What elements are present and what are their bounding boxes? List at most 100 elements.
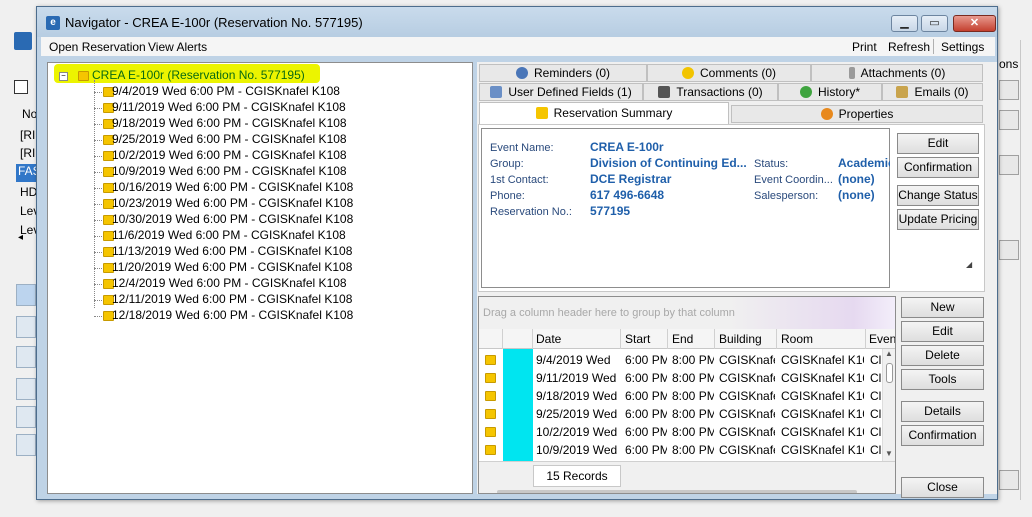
- background-right-button[interactable]: [999, 110, 1019, 130]
- table-cell: CGISKnafel: [719, 371, 775, 385]
- grid-confirmation-button[interactable]: Confirmation: [901, 425, 984, 446]
- window-title: Navigator - CREA E-100r (Reservation No.…: [65, 15, 363, 30]
- summary-edit-button[interactable]: Edit: [897, 133, 979, 154]
- tree-item[interactable]: 12/4/2019 Wed 6:00 PM - CGISKnafel K108: [48, 276, 348, 292]
- tab-comments-label: Comments (0): [699, 66, 776, 80]
- edit-button[interactable]: Edit: [901, 321, 984, 342]
- menu-open-reservation[interactable]: Open Reservation: [49, 40, 146, 54]
- background-checkbox[interactable]: [14, 80, 28, 94]
- tree-item-label: 10/23/2019 Wed 6:00 PM - CGISKnafel K108: [112, 196, 354, 210]
- table-row[interactable]: 9/18/2019 Wed 6:00 PM 8:00 PM CGISKnafel CGI…: [479, 387, 884, 405]
- details-button[interactable]: Details: [901, 401, 984, 422]
- tree-item[interactable]: 10/16/2019 Wed 6:00 PM - CGISKnafel K108: [48, 180, 353, 196]
- change-status-button[interactable]: Change Status: [897, 185, 979, 206]
- table-row[interactable]: 10/9/2019 Wed 6:00 PM 8:00 PM CGISKnafel CGI…: [479, 441, 884, 459]
- table-cell: CGISKnafel K108: [781, 425, 864, 439]
- tree-connector: [94, 252, 102, 253]
- navigator-window: e Navigator - CREA E-100r (Reservation N…: [36, 6, 998, 500]
- chart-icon[interactable]: [16, 434, 36, 456]
- tree-item[interactable]: 10/23/2019 Wed 6:00 PM - CGISKnafel K108: [48, 196, 353, 212]
- background-right-button[interactable]: [999, 80, 1019, 100]
- people-icon[interactable]: [16, 406, 36, 428]
- new-button[interactable]: New: [901, 297, 984, 318]
- close-button[interactable]: Close: [901, 477, 984, 498]
- background-right-button[interactable]: [999, 470, 1019, 490]
- tree-connector: [94, 140, 102, 141]
- tree-item[interactable]: 12/18/2019 Wed 6:00 PM - CGISKnafel K108: [48, 308, 353, 324]
- scroll-left-icon[interactable]: ◂: [18, 232, 23, 243]
- tab-reminders[interactable]: Reminders (0): [479, 64, 647, 82]
- column-separator: [865, 329, 866, 349]
- maximize-button[interactable]: ▭: [921, 15, 948, 32]
- scroll-up-icon[interactable]: ▲: [885, 349, 893, 358]
- table-row[interactable]: 10/2/2019 Wed 6:00 PM 8:00 PM CGISKnafel CGI…: [479, 423, 884, 441]
- group-by-bar[interactable]: Drag a column header here to group by th…: [479, 297, 895, 329]
- salesperson-value: (none): [838, 188, 875, 202]
- tree-item[interactable]: 9/4/2019 Wed 6:00 PM - CGISKnafel K108: [48, 84, 348, 100]
- delete-button[interactable]: Delete: [901, 345, 984, 366]
- horizontal-scroll-thumb[interactable]: [497, 490, 857, 493]
- background-right-button[interactable]: [999, 240, 1019, 260]
- tab-emails[interactable]: Emails (0): [882, 83, 983, 101]
- column-event[interactable]: Event: [869, 332, 895, 346]
- tree-item[interactable]: 10/30/2019 Wed 6:00 PM - CGISKnafel K108: [48, 212, 353, 228]
- minimize-button[interactable]: ▁: [891, 15, 918, 32]
- close-window-button[interactable]: ✕: [953, 15, 996, 32]
- update-pricing-button[interactable]: Update Pricing: [897, 209, 979, 230]
- tab-history[interactable]: History*: [778, 83, 882, 101]
- collapse-icon[interactable]: −: [59, 72, 68, 81]
- tab-reservation-summary[interactable]: Reservation Summary: [479, 102, 729, 124]
- grid-vertical-scrollbar[interactable]: ▲ ▼: [882, 349, 895, 461]
- pin-icon[interactable]: [16, 284, 36, 306]
- calendar-icon[interactable]: [16, 316, 36, 338]
- tree-item[interactable]: 10/9/2019 Wed 6:00 PM - CGISKnafel K108: [48, 164, 348, 180]
- tab-user-defined-fields[interactable]: User Defined Fields (1): [479, 83, 643, 101]
- tab-comments[interactable]: Comments (0): [647, 64, 811, 82]
- globe-icon[interactable]: [16, 346, 36, 368]
- menu-refresh[interactable]: Refresh: [888, 40, 930, 54]
- tree-item[interactable]: 11/6/2019 Wed 6:00 PM - CGISKnafel K108: [48, 228, 348, 244]
- user-fields-icon: [490, 86, 503, 98]
- column-separator: [667, 329, 668, 349]
- tree-item[interactable]: 10/2/2019 Wed 6:00 PM - CGISKnafel K108: [48, 148, 348, 164]
- column-building[interactable]: Building: [719, 332, 762, 346]
- tab-properties[interactable]: Properties: [731, 105, 983, 123]
- table-row[interactable]: 9/25/2019 Wed 6:00 PM 8:00 PM CGISKnafel CGI…: [479, 405, 884, 423]
- tools-button[interactable]: Tools: [901, 369, 984, 390]
- tree-item[interactable]: 11/20/2019 Wed 6:00 PM - CGISKnafel K108: [48, 260, 352, 276]
- tree-item[interactable]: 12/11/2019 Wed 6:00 PM - CGISKnafel K108: [48, 292, 352, 308]
- grid-horizontal-scrollbar[interactable]: [485, 490, 890, 493]
- title-bar[interactable]: e Navigator - CREA E-100r (Reservation N…: [37, 7, 997, 37]
- tree-item[interactable]: 11/13/2019 Wed 6:00 PM - CGISKnafel K108: [48, 244, 352, 260]
- tree-root[interactable]: − CREA E-100r (Reservation No. 577195): [48, 64, 328, 84]
- tree-item[interactable]: 9/25/2019 Wed 6:00 PM - CGISKnafel K108: [48, 132, 348, 148]
- menu-print[interactable]: Print: [852, 40, 877, 54]
- column-start[interactable]: Start: [625, 332, 650, 346]
- resize-grip-icon[interactable]: ◢: [966, 260, 972, 269]
- bookings-grid: Drag a column header here to group by th…: [478, 296, 896, 494]
- background-right-button[interactable]: [999, 155, 1019, 175]
- menu-view-alerts[interactable]: View Alerts: [148, 40, 207, 54]
- menu-settings[interactable]: Settings: [941, 40, 984, 54]
- table-row[interactable]: 9/11/2019 Wed 6:00 PM 8:00 PM CGISKnafel CGI…: [479, 369, 884, 387]
- summary-confirmation-button[interactable]: Confirmation: [897, 157, 979, 178]
- column-date[interactable]: Date: [536, 332, 561, 346]
- table-cell: 8:00 PM: [672, 389, 714, 403]
- table-cell: 10/9/2019 Wed: [536, 443, 618, 457]
- comment-icon: [681, 67, 694, 79]
- column-end[interactable]: End: [672, 332, 693, 346]
- table-row[interactable]: 9/4/2019 Wed 6:00 PM 8:00 PM CGISKnafel CGIS…: [479, 351, 884, 369]
- tree-item-label: 9/25/2019 Wed 6:00 PM - CGISKnafel K108: [112, 132, 347, 146]
- table-cell: 8:00 PM: [672, 425, 714, 439]
- document-icon[interactable]: [16, 378, 36, 400]
- background-scrollbar[interactable]: [1020, 40, 1030, 500]
- tab-attachments[interactable]: Attachments (0): [811, 64, 983, 82]
- column-room[interactable]: Room: [781, 332, 813, 346]
- scroll-thumb[interactable]: [886, 363, 893, 383]
- scroll-down-icon[interactable]: ▼: [885, 449, 893, 458]
- tree-item[interactable]: 9/11/2019 Wed 6:00 PM - CGISKnafel K108: [48, 100, 348, 116]
- table-cell: 8:00 PM: [672, 407, 714, 421]
- tab-transactions[interactable]: Transactions (0): [643, 83, 778, 101]
- tree-item[interactable]: 9/18/2019 Wed 6:00 PM - CGISKnafel K108: [48, 116, 348, 132]
- table-cell: 8:00 PM: [672, 353, 714, 367]
